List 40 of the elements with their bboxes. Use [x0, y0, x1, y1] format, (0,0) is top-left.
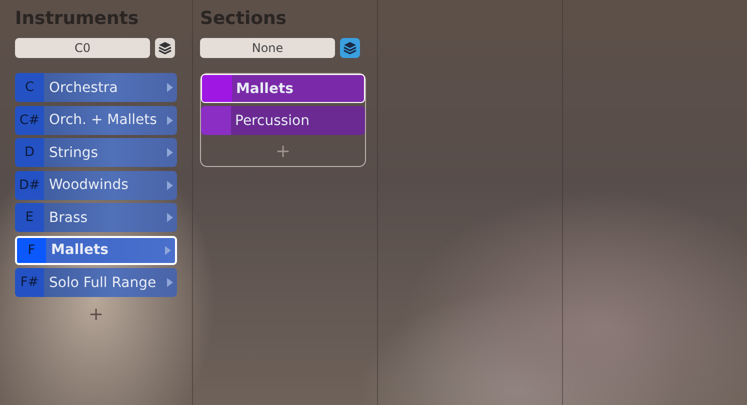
key-label: D	[15, 138, 44, 167]
key-label: E	[15, 203, 44, 232]
key-label: D#	[15, 170, 44, 200]
item-label: Brass	[48, 210, 89, 226]
instrument-item[interactable]: D# Woodwinds	[15, 170, 177, 200]
section-item[interactable]: Mallets	[201, 74, 365, 103]
dropdown-field[interactable]: C0	[15, 38, 150, 58]
instrument-item[interactable]: C# Orch. + Mallets	[15, 106, 177, 134]
section-item[interactable]: Percussion	[201, 106, 365, 135]
add-button[interactable]: +	[269, 138, 297, 166]
item-label: Orch. + Mallets	[48, 112, 158, 128]
item-label: Solo Full Range	[48, 274, 158, 290]
arrow-icon	[167, 83, 173, 92]
arrow-icon	[165, 246, 171, 254]
item-label: Percussion	[234, 112, 310, 128]
item-label: Mallets	[235, 80, 294, 96]
instrument-item[interactable]: D Strings	[15, 138, 177, 167]
arrow-icon	[167, 278, 173, 287]
instrument-item[interactable]: C Orchestra	[15, 73, 177, 102]
key-label: C#	[15, 106, 44, 134]
item-label: Strings	[48, 144, 100, 160]
layers-icon	[343, 41, 357, 55]
layers-icon	[158, 41, 172, 55]
key-label: F	[17, 238, 46, 262]
layers-button[interactable]	[155, 38, 175, 58]
instrument-item[interactable]: E Brass	[15, 203, 177, 232]
key-label: C	[15, 73, 44, 102]
add-button[interactable]: +	[82, 300, 110, 328]
item-label: Woodwinds	[48, 177, 130, 193]
item-label: Mallets	[50, 242, 110, 258]
dropdown-field[interactable]: None	[200, 38, 335, 58]
key-label: F#	[15, 268, 44, 297]
arrow-icon	[167, 213, 173, 222]
instrument-item[interactable]: F Mallets	[15, 236, 177, 264]
arrow-icon	[167, 116, 173, 124]
instrument-item[interactable]: F# Solo Full Range	[15, 268, 177, 297]
item-label: Orchestra	[48, 80, 119, 96]
layers-button[interactable]	[340, 38, 360, 58]
arrow-icon	[167, 180, 173, 190]
arrow-icon	[167, 148, 173, 157]
